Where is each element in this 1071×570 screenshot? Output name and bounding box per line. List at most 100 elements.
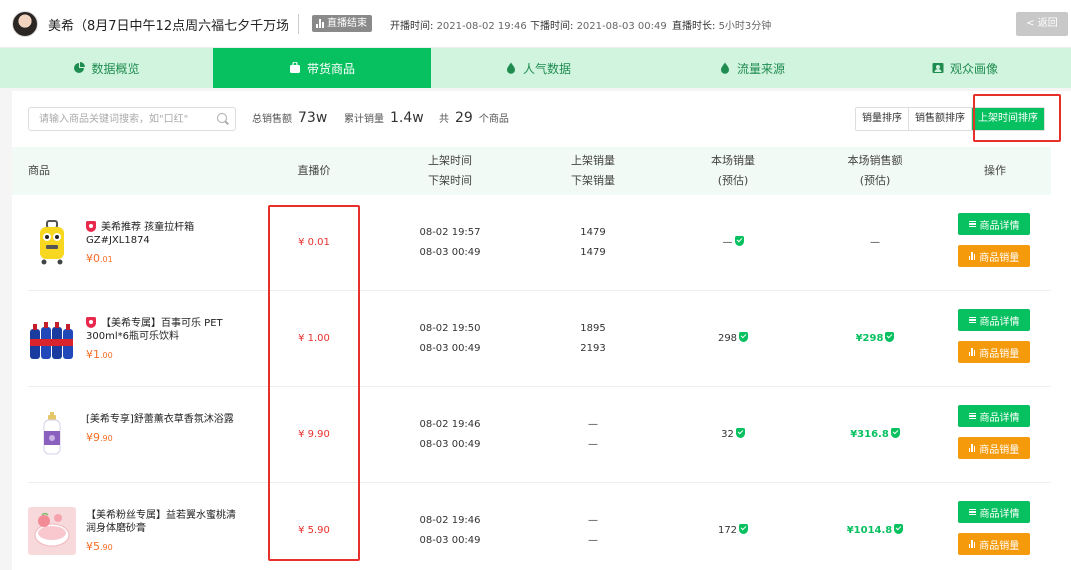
live-duration: 直播时长: 5小时3分钟 [672,21,772,32]
session-amount-cell: ¥316.8 [820,387,930,483]
bar-chart-icon [316,19,324,28]
table-header: 商品 直播价 上架时间 下架时间 上架销量 下架销量 本场销量 (预估) 本场销… [12,147,1051,195]
session-sales-cell: 32 [678,387,788,483]
search-icon[interactable] [217,113,227,123]
product-image-cola[interactable] [28,315,76,363]
sort-button-group: 销量排序 销售额排序 上架时间排序 [855,107,1045,131]
table-row: 【美希粉丝专属】益若翼水蜜桃清润身体磨砂膏 ¥5.90 ¥ 5.90 08-02… [28,483,1051,570]
session-amount-cell: — [870,237,880,248]
product-image-luggage[interactable] [28,219,76,267]
product-detail-button[interactable]: 商品详情 [958,405,1030,427]
product-sales-button[interactable]: 商品销量 [958,533,1030,555]
tab-products[interactable]: 带货商品 [213,48,431,88]
tab-traffic-source[interactable]: 流量来源 [645,48,859,88]
product-sales-button[interactable]: 商品销量 [958,437,1030,459]
total-volume-stat: 累计销量 1.4w [344,110,424,126]
table-row: 【美希专属】百事可乐 PET 300ml*6瓶可乐饮料 ¥1.00 ¥ 1.00… [28,291,1051,387]
tab-overview[interactable]: 数据概览 [0,48,213,88]
list-icon [968,316,976,324]
list-icon [968,412,976,420]
products-toolbar: 总销售额 73w 累计销量 1.4w 共 29 个商品 销量排序 销售额排序 上… [12,91,1071,147]
shelf-time-cell: 08-02 19:46 08-03 00:49 [419,419,481,450]
product-image-shower-gel[interactable] [28,411,76,459]
product-info: 美希推荐 孩童拉杆箱 GZ#JXL1874 ¥0.01 [86,221,236,266]
shelf-time-cell: 08-02 19:57 08-03 00:49 [419,227,481,258]
row-ops: 商品详情 商品销量 [958,501,1032,565]
list-icon [968,508,976,516]
bar-chart-icon [968,348,976,356]
live-price-cell: ¥ 5.90 [298,525,330,536]
tab-popularity[interactable]: 人气数据 [431,48,645,88]
live-price-cell: ¥ 0.01 [298,237,330,248]
product-price: ¥5.90 [86,540,113,553]
session-sales-cell: — [678,195,788,291]
product-detail-button[interactable]: 商品详情 [958,213,1030,235]
shelf-sales-cell: 1895 2193 [580,323,606,354]
product-name[interactable]: [美希专享]舒蕾薰衣草香氛沐浴露 [86,414,234,425]
product-sales-button[interactable]: 商品销量 [958,341,1030,363]
table-row: [美希专享]舒蕾薰衣草香氛沐浴露 ¥9.90 ¥ 9.90 08-02 19:4… [28,387,1051,483]
product-detail-button[interactable]: 商品详情 [958,501,1030,523]
back-button[interactable]: < 返回 [1016,12,1068,36]
verified-icon [735,428,745,438]
sort-by-shelf-time-button[interactable]: 上架时间排序 [972,108,1044,130]
header-live-price: 直播价 [297,164,331,177]
header-ops: 操作 [984,164,1006,177]
verified-icon [739,524,749,534]
product-info: 【美希粉丝专属】益若翼水蜜桃清润身体磨砂膏 ¥5.90 [86,509,236,554]
shelf-sales-cell: — — [588,419,598,450]
product-sales-button[interactable]: 商品销量 [958,245,1030,267]
verified-icon [885,332,895,342]
sort-by-amount-button[interactable]: 销售额排序 [909,108,972,130]
live-price-cell: ¥ 9.90 [298,429,330,440]
section-tabs: 数据概览 带货商品 人气数据 流量来源 观众画像 [0,48,1071,88]
product-name[interactable]: 【美希粉丝专属】益若翼水蜜桃清润身体磨砂膏 [86,510,236,534]
brand-shield-icon [86,221,96,232]
shelf-sales-cell: — — [588,515,598,546]
session-sales-cell: 298 [678,291,788,387]
product-price: ¥1.00 [86,348,113,361]
verified-icon [894,524,904,534]
product-detail-button[interactable]: 商品详情 [958,309,1030,331]
row-ops: 商品详情 商品销量 [958,309,1032,373]
shelf-sales-cell: 1479 1479 [580,227,606,258]
header-shelf-time: 上架时间 下架时间 [428,154,472,187]
product-name[interactable]: 【美希专属】百事可乐 PET 300ml*6瓶可乐饮料 [86,318,223,342]
streamer-avatar[interactable] [12,11,38,37]
drop-icon [720,62,729,74]
bar-chart-icon [968,444,976,452]
shelf-time-cell: 08-02 19:46 08-03 00:49 [419,515,481,546]
verified-icon [734,236,744,246]
live-title: 美希（8月7日中午12点周六福七夕千万场 [48,19,288,34]
product-price: ¥9.90 [86,431,113,444]
bar-chart-icon [968,252,976,260]
total-sales-stat: 总销售额 73w [252,110,328,126]
bag-icon [289,62,300,73]
products-panel: 总销售额 73w 累计销量 1.4w 共 29 个商品 销量排序 销售额排序 上… [12,91,1071,570]
header-shelf-sales: 上架销量 下架销量 [571,154,615,187]
session-amount-cell: ¥1014.8 [820,483,930,570]
product-info: [美希专享]舒蕾薰衣草香氛沐浴露 ¥9.90 [86,413,236,445]
live-status-text: 直播结束 [327,18,367,29]
product-price: ¥0.01 [86,252,113,265]
product-info: 【美希专属】百事可乐 PET 300ml*6瓶可乐饮料 ¥1.00 [86,317,236,362]
sort-by-volume-button[interactable]: 销量排序 [856,108,909,130]
list-icon [968,220,976,228]
header-divider [298,14,299,34]
header-session-sales: 本场销量 (预估) [711,154,755,187]
product-name[interactable]: 美希推荐 孩童拉杆箱 GZ#JXL1874 [86,222,194,246]
bar-chart-icon [968,540,976,548]
header-product: 商品 [28,164,50,177]
product-search-input[interactable] [28,107,236,131]
pie-chart-icon [74,62,86,73]
table-row: 美希推荐 孩童拉杆箱 GZ#JXL1874 ¥0.01 ¥ 0.01 08-02… [28,195,1051,291]
portrait-icon [932,63,944,73]
verified-icon [890,428,900,438]
row-ops: 商品详情 商品销量 [958,405,1032,469]
product-image-body-scrub[interactable] [28,507,76,555]
live-header: 美希（8月7日中午12点周六福七夕千万场 直播结束 开播时间: 2021-08-… [0,0,1071,48]
row-ops: 商品详情 商品销量 [958,213,1032,277]
tab-audience[interactable]: 观众画像 [859,48,1071,88]
shelf-time-cell: 08-02 19:50 08-03 00:49 [419,323,481,354]
drop-icon [506,62,515,74]
